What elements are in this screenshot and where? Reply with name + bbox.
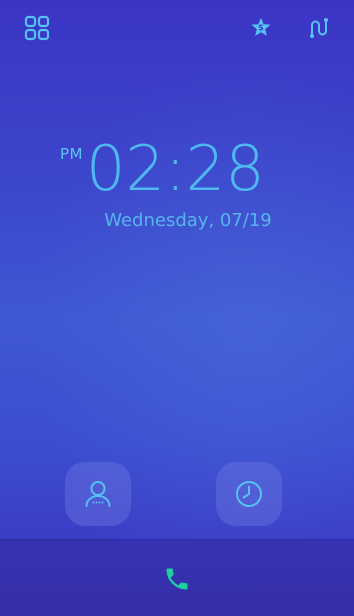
svg-text:S: S: [258, 24, 263, 33]
route-button[interactable]: [305, 14, 333, 42]
ampm-indicator: PM: [60, 145, 83, 163]
clock-date: Wednesday, 07/19: [104, 210, 272, 231]
home-screen: S PM 02:28 Wednesday, 07/19: [0, 0, 354, 616]
favorites-button[interactable]: S: [247, 14, 275, 42]
call-button[interactable]: [160, 562, 194, 596]
apps-grid-button[interactable]: [23, 14, 51, 42]
contact-person-icon: [85, 481, 111, 507]
clock-history-icon: [236, 481, 262, 507]
star-badge-icon: S: [251, 17, 271, 36]
contacts-shortcut[interactable]: [65, 462, 131, 526]
clock-time: 02:28: [86, 132, 265, 205]
route-icon: [310, 18, 328, 38]
clock-widget: PM 02:28: [0, 132, 354, 216]
background-glow: [0, 0, 354, 616]
apps-grid-icon: [24, 15, 50, 41]
history-shortcut[interactable]: [216, 462, 282, 526]
phone-icon: [166, 568, 188, 590]
